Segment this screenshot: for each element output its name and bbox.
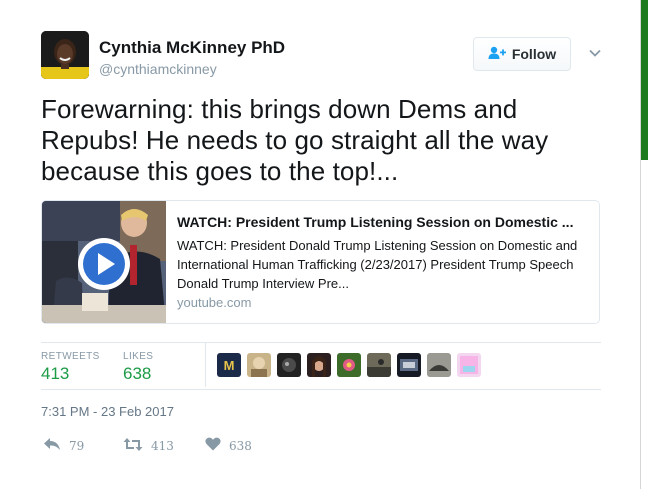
retweets-count[interactable]: 413 — [41, 364, 69, 384]
tweet-timestamp[interactable]: 7:31 PM - 23 Feb 2017 — [41, 404, 174, 419]
stats-top-divider — [41, 342, 601, 343]
likes-count[interactable]: 638 — [123, 364, 151, 384]
tweet-text: Forewarning: this brings down Dems and R… — [41, 94, 549, 186]
liker-avatars: M — [217, 353, 481, 377]
play-icon[interactable] — [76, 236, 132, 292]
likes-label[interactable]: LIKES — [123, 351, 153, 362]
link-card-description: WATCH: President Donald Trump Listening … — [177, 238, 578, 291]
follow-button[interactable]: Follow — [473, 37, 571, 71]
liker-avatar[interactable] — [247, 353, 271, 377]
liker-avatar[interactable] — [307, 353, 331, 377]
link-card-title[interactable]: WATCH: President Trump Listening Session… — [177, 214, 589, 230]
follow-button-label: Follow — [511, 46, 557, 62]
user-handle[interactable]: @cynthiamckinney — [99, 61, 217, 77]
link-preview-card[interactable]: WATCH: President Trump Listening Session… — [41, 200, 600, 324]
liker-avatar[interactable] — [367, 353, 391, 377]
svg-text:M: M — [224, 358, 235, 373]
reply-icon — [43, 437, 61, 455]
retweet-icon — [123, 437, 143, 455]
reply-count: 79 — [69, 439, 85, 453]
retweet-button[interactable]: 413 — [123, 437, 174, 455]
stats-separator — [205, 343, 206, 387]
chevron-down-icon[interactable] — [588, 46, 602, 60]
like-button[interactable]: 638 — [205, 437, 252, 454]
tweet-card: Cynthia McKinney PhD @cynthiamckinney Fo… — [0, 0, 641, 489]
user-name[interactable]: Cynthia McKinney PhD — [99, 38, 285, 58]
liker-avatar[interactable] — [427, 353, 451, 377]
liker-avatar[interactable] — [277, 353, 301, 377]
heart-icon — [205, 437, 221, 454]
retweets-label[interactable]: RETWEETS — [41, 351, 100, 362]
liker-avatar[interactable] — [457, 353, 481, 377]
liker-avatar[interactable] — [397, 353, 421, 377]
background-green-strip — [640, 0, 648, 489]
reply-button[interactable]: 79 — [43, 437, 84, 455]
liker-avatar[interactable] — [337, 353, 361, 377]
avatar[interactable] — [41, 31, 89, 79]
stats-bottom-divider — [41, 389, 601, 390]
like-count: 638 — [229, 438, 252, 453]
link-card-domain: youtube.com — [177, 295, 252, 310]
liker-avatar[interactable]: M — [217, 353, 241, 377]
add-user-icon — [488, 46, 506, 63]
retweet-count: 413 — [151, 439, 174, 453]
